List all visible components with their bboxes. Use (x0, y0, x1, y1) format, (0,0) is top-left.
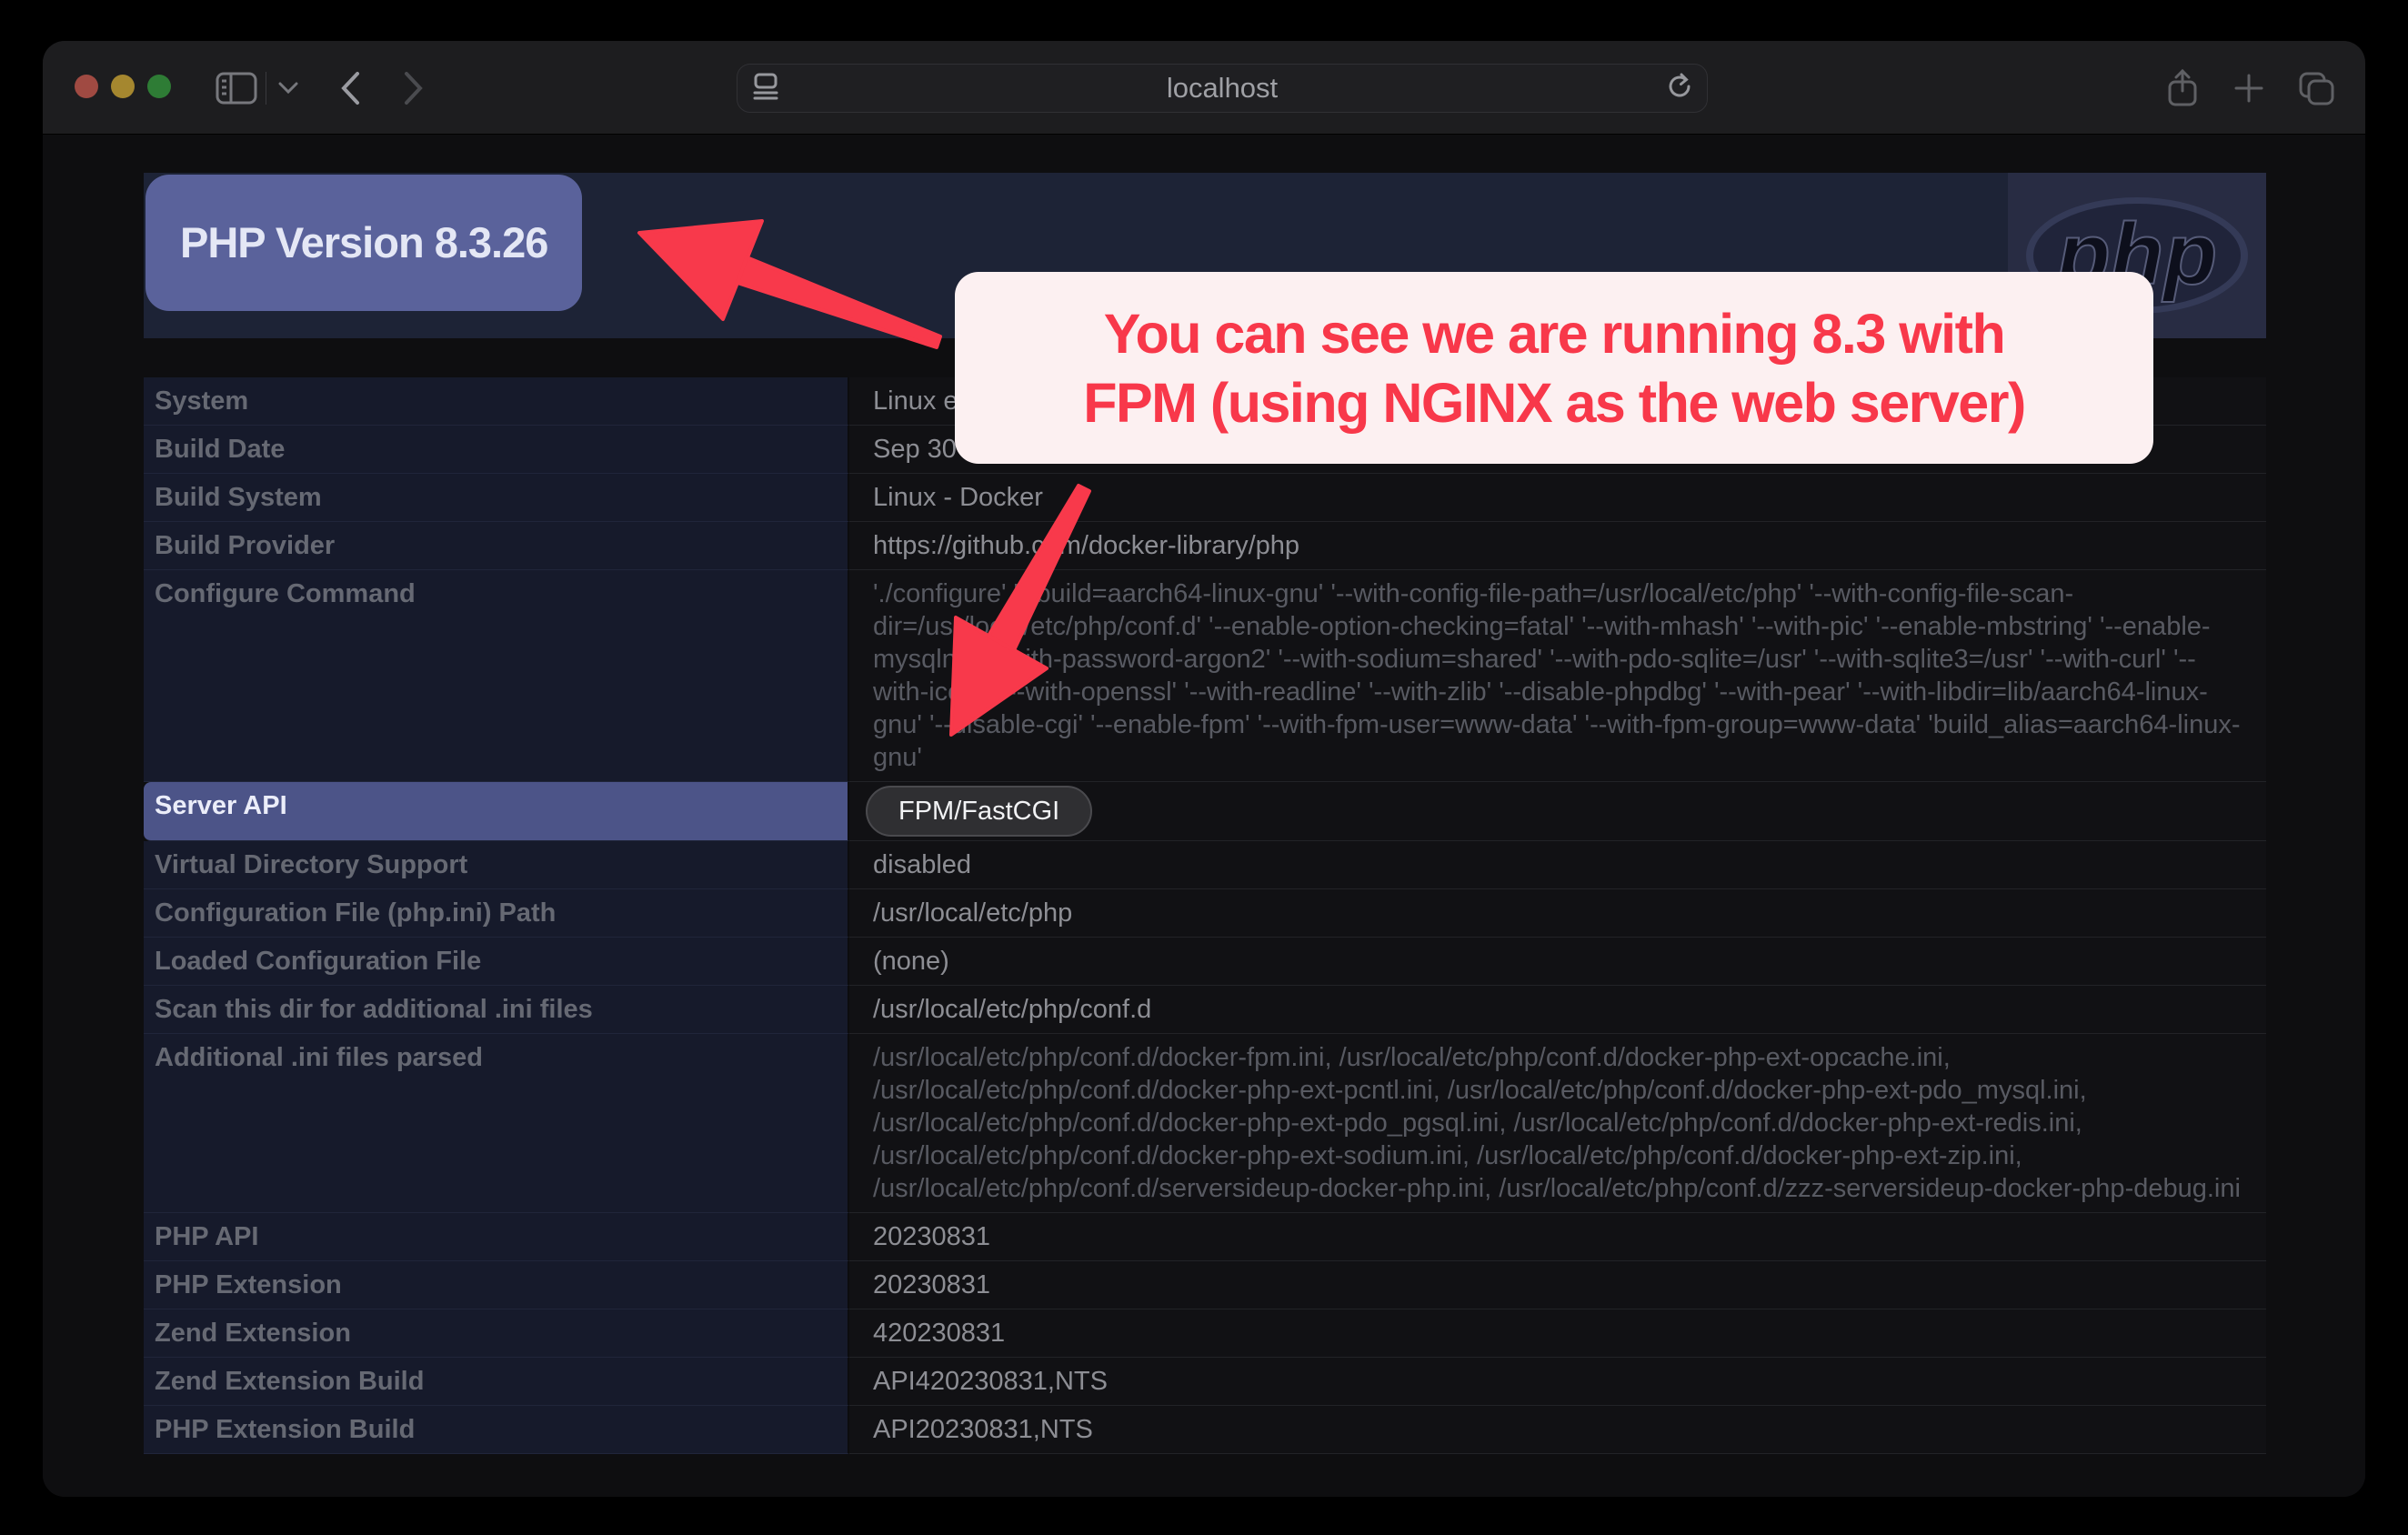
annotation-callout: You can see we are running 8.3 with FPM … (955, 272, 2153, 464)
sidebar-icon (216, 72, 257, 105)
phpinfo-table: System Linux e Build Date Sep 30 Build S… (144, 377, 2266, 1454)
browser-toolbar: localhost (43, 41, 2365, 135)
minimize-button[interactable] (111, 75, 135, 98)
row-label: Zend Extension Build (144, 1358, 849, 1406)
table-row: Scan this dir for additional .ini files … (144, 986, 2266, 1034)
share-icon (2167, 69, 2198, 107)
forward-button[interactable] (396, 41, 432, 135)
table-row: Zend Extension 420230831 (144, 1309, 2266, 1358)
close-button[interactable] (75, 75, 98, 98)
row-value: /usr/local/etc/php (849, 889, 2266, 938)
row-label: Loaded Configuration File (144, 938, 849, 986)
plus-icon (2233, 73, 2264, 104)
chevron-down-icon (278, 82, 298, 94)
row-value: API420230831,NTS (849, 1358, 2266, 1406)
row-label: Build System (144, 474, 849, 522)
row-label: Configure Command (144, 570, 849, 782)
row-value: './configure' '--build=aarch64-linux-gnu… (849, 570, 2266, 782)
server-api-value-highlight: FPM/FastCGI (866, 786, 1092, 837)
row-value: disabled (849, 841, 2266, 889)
tab-overview-button[interactable] (2294, 41, 2338, 135)
table-row: Build System Linux - Docker (144, 474, 2266, 522)
table-row: PHP Extension Build API20230831,NTS (144, 1406, 2266, 1454)
row-value: 20230831 (849, 1261, 2266, 1309)
row-label: Zend Extension (144, 1309, 849, 1358)
row-label: Configuration File (php.ini) Path (144, 889, 849, 938)
table-row: Virtual Directory Support disabled (144, 841, 2266, 889)
row-label: Build Date (144, 426, 849, 474)
row-label: Server API (144, 782, 849, 841)
php-version-title: PHP Version 8.3.26 (145, 175, 582, 311)
row-label: Build Provider (144, 522, 849, 570)
row-label: PHP Extension (144, 1261, 849, 1309)
table-row: Additional .ini files parsed /usr/local/… (144, 1034, 2266, 1213)
row-value: /usr/local/etc/php/conf.d/docker-fpm.ini… (849, 1034, 2266, 1213)
share-button[interactable] (2162, 41, 2203, 135)
row-label: Scan this dir for additional .ini files (144, 986, 849, 1034)
sidebar-menu-button[interactable] (272, 41, 305, 135)
row-label: PHP Extension Build (144, 1406, 849, 1454)
row-value: 420230831 (849, 1309, 2266, 1358)
table-row: PHP API 20230831 (144, 1213, 2266, 1261)
safari-window: localhost (43, 41, 2365, 1497)
row-value: 20230831 (849, 1213, 2266, 1261)
back-button[interactable] (332, 41, 368, 135)
callout-line1: You can see we are running 8.3 with (1104, 299, 2004, 368)
row-label: System (144, 377, 849, 426)
table-row: Build Provider https://github.com/docker… (144, 522, 2266, 570)
row-value: /usr/local/etc/php/conf.d (849, 986, 2266, 1034)
chevron-left-icon (340, 71, 360, 105)
table-row: PHP Extension 20230831 (144, 1261, 2266, 1309)
row-value: API20230831,NTS (849, 1406, 2266, 1454)
row-label: PHP API (144, 1213, 849, 1261)
new-tab-button[interactable] (2229, 41, 2269, 135)
screenshot-stage: localhost (0, 0, 2408, 1535)
row-value: (none) (849, 938, 2266, 986)
url-text: localhost (737, 72, 1707, 105)
address-bar[interactable]: localhost (737, 64, 1708, 113)
row-label: Virtual Directory Support (144, 841, 849, 889)
table-row: Zend Extension Build API420230831,NTS (144, 1358, 2266, 1406)
table-row: Configuration File (php.ini) Path /usr/l… (144, 889, 2266, 938)
reload-icon[interactable] (1667, 73, 1692, 105)
callout-line2: FPM (using NGINX as the web server) (1083, 368, 2025, 437)
row-value: https://github.com/docker-library/php (849, 522, 2266, 570)
reader-icon[interactable] (752, 72, 779, 105)
row-value: Linux - Docker (849, 474, 2266, 522)
chevron-right-icon (404, 71, 424, 105)
tabs-icon (2298, 71, 2334, 105)
sidebar-toggle-button[interactable] (209, 41, 264, 135)
zoom-button[interactable] (147, 75, 171, 98)
table-row: Loaded Configuration File (none) (144, 938, 2266, 986)
row-value: FPM/FastCGI (849, 782, 2266, 841)
table-row: Server API FPM/FastCGI (144, 782, 2266, 841)
table-row: Configure Command './configure' '--build… (144, 570, 2266, 782)
row-label: Additional .ini files parsed (144, 1034, 849, 1213)
